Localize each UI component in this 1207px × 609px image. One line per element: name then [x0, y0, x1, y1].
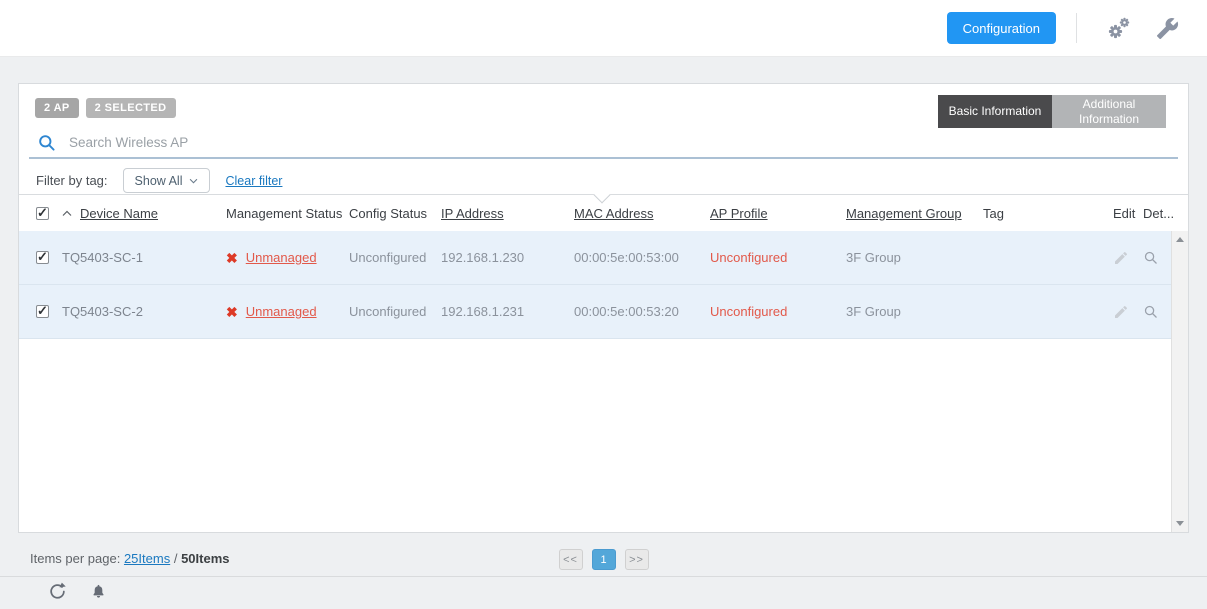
- cell-management-status[interactable]: Unmanaged: [246, 304, 317, 319]
- cell-device-name: TQ5403-SC-1: [62, 250, 226, 265]
- sort-ascending-icon: [62, 210, 72, 217]
- pager-next-button[interactable]: >>: [625, 549, 649, 570]
- top-bar: Configuration: [0, 0, 1207, 57]
- cell-config-status: Unconfigured: [349, 304, 441, 319]
- wireless-ap-panel: 2 AP 2 SELECTED Basic Information Additi…: [18, 83, 1189, 533]
- table-row[interactable]: TQ5403-SC-2 ✖ Unmanaged Unconfigured 192…: [19, 285, 1188, 339]
- header-device-name[interactable]: Device Name: [80, 206, 158, 221]
- settings-gears-icon[interactable]: [1105, 15, 1132, 42]
- wrench-icon[interactable]: [1156, 17, 1179, 40]
- pager-page-1-button[interactable]: 1: [592, 549, 616, 570]
- filter-row: Filter by tag: Show All Clear filter: [36, 168, 282, 193]
- cell-management-group: 3F Group: [846, 250, 983, 265]
- search-row: [37, 129, 968, 155]
- search-input[interactable]: [67, 134, 471, 151]
- chevron-down-icon: [189, 178, 198, 184]
- search-icon: [37, 133, 56, 152]
- cell-ap-profile: Unconfigured: [710, 304, 846, 319]
- unmanaged-x-icon: ✖: [226, 251, 238, 265]
- search-underline: [29, 157, 1178, 159]
- configuration-button[interactable]: Configuration: [947, 12, 1056, 44]
- cell-management-status[interactable]: Unmanaged: [246, 250, 317, 265]
- vertical-scrollbar[interactable]: [1171, 231, 1188, 532]
- ap-count-badge: 2 AP: [35, 98, 79, 118]
- pager: << 1 >>: [0, 549, 1207, 570]
- header-edit: Edit: [1113, 206, 1143, 221]
- unmanaged-x-icon: ✖: [226, 305, 238, 319]
- cell-config-status: Unconfigured: [349, 250, 441, 265]
- footer-icons: [48, 582, 107, 601]
- header-ip-address[interactable]: IP Address: [441, 206, 574, 221]
- edit-pencil-icon[interactable]: [1113, 304, 1143, 320]
- notification-bell-icon[interactable]: [90, 582, 107, 601]
- cell-ip-address: 192.168.1.230: [441, 250, 574, 265]
- scroll-down-arrow[interactable]: [1176, 521, 1184, 526]
- cell-ip-address: 192.168.1.231: [441, 304, 574, 319]
- header-management-group[interactable]: Management Group: [846, 206, 983, 221]
- cell-mac-address: 00:00:5e:00:53:20: [574, 304, 710, 319]
- tab-additional-information[interactable]: Additional Information: [1052, 95, 1166, 128]
- header-config-status: Config Status: [349, 206, 441, 221]
- table-row[interactable]: TQ5403-SC-1 ✖ Unmanaged Unconfigured 192…: [19, 231, 1188, 285]
- select-all-checkbox[interactable]: [36, 207, 49, 220]
- footer-divider: [0, 576, 1207, 577]
- refresh-icon[interactable]: [48, 582, 67, 601]
- pager-prev-button[interactable]: <<: [559, 549, 583, 570]
- cell-management-group: 3F Group: [846, 304, 983, 319]
- tag-filter-dropdown[interactable]: Show All: [123, 168, 211, 193]
- tab-basic-information[interactable]: Basic Information: [938, 95, 1052, 128]
- cell-ap-profile: Unconfigured: [710, 250, 846, 265]
- filter-by-tag-label: Filter by tag:: [36, 173, 108, 188]
- row-checkbox[interactable]: [36, 305, 49, 318]
- header-tag: Tag: [983, 206, 1113, 221]
- edit-pencil-icon[interactable]: [1113, 250, 1143, 266]
- header-details: Det...: [1143, 206, 1177, 221]
- count-badges: 2 AP 2 SELECTED: [35, 98, 176, 118]
- row-checkbox[interactable]: [36, 251, 49, 264]
- topbar-divider: [1076, 13, 1077, 43]
- selected-count-badge: 2 SELECTED: [86, 98, 176, 118]
- cell-mac-address: 00:00:5e:00:53:00: [574, 250, 710, 265]
- info-tabs: Basic Information Additional Information: [938, 95, 1166, 128]
- header-management-status: Management Status: [226, 206, 349, 221]
- cell-device-name: TQ5403-SC-2: [62, 304, 226, 319]
- tag-filter-value: Show All: [135, 174, 183, 188]
- scroll-up-arrow[interactable]: [1176, 237, 1184, 242]
- table-body: TQ5403-SC-1 ✖ Unmanaged Unconfigured 192…: [19, 231, 1188, 532]
- clear-filter-link[interactable]: Clear filter: [225, 174, 282, 188]
- header-mac-address[interactable]: MAC Address: [574, 206, 710, 221]
- header-ap-profile[interactable]: AP Profile: [710, 206, 846, 221]
